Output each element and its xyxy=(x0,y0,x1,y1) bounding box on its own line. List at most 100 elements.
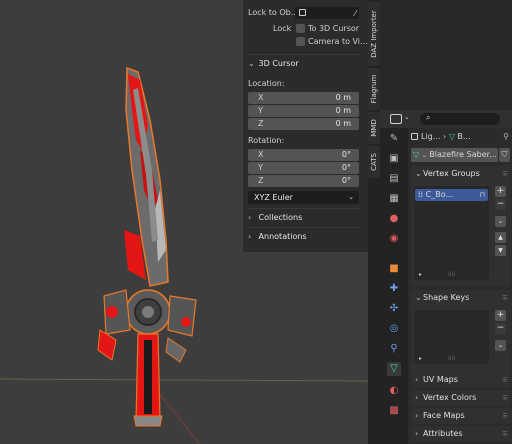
location-y-field[interactable]: Y 0 m xyxy=(248,105,359,117)
chevron-right-icon: › xyxy=(415,375,419,384)
world-tab-icon[interactable]: ◉ xyxy=(387,232,401,246)
attributes-header[interactable]: › Attributes xyxy=(415,426,463,442)
chevron-down-icon: ⌄ xyxy=(348,193,354,201)
rotation-mode-value: XYZ Euler xyxy=(254,193,293,202)
view-layer-tab-icon[interactable]: ▦ xyxy=(387,192,401,206)
move-down-button[interactable]: ▼ xyxy=(495,245,506,256)
remove-vertex-group-button[interactable]: − xyxy=(495,199,506,210)
vertex-group-name: C_Bo... xyxy=(425,190,454,199)
properties-search-input[interactable]: ⌕ xyxy=(420,113,500,125)
list-item[interactable]: ⁞⁞ C_Bo... ⊓ xyxy=(415,189,488,201)
output-tab-icon[interactable]: ▤ xyxy=(387,172,401,186)
sidebar-tabs: DAZ Importer Flagrum MMD CATS xyxy=(368,0,380,444)
vertex-groups-list[interactable]: ⁞⁞ C_Bo... ⊓ ▸ ⁞⁞⁞⁞ xyxy=(414,186,489,280)
drag-handle-icon[interactable]: ⁝⁝⁝⁝ xyxy=(502,290,508,306)
add-vertex-group-button[interactable]: + xyxy=(495,186,506,197)
tool-tab-icon[interactable]: ✎ xyxy=(387,132,401,146)
data-tab-icon[interactable]: ▽ xyxy=(387,362,401,376)
shape-key-specials-button[interactable]: ⌄ xyxy=(495,340,506,351)
object-icon xyxy=(411,133,418,140)
lock-to-object-row: Lock to Ob... ⁄ xyxy=(243,6,368,20)
face-maps-panel[interactable]: › Face Maps ⁝⁝⁝⁝ xyxy=(411,408,511,424)
texture-tab-icon[interactable]: ▩ xyxy=(387,404,401,418)
rotation-z-field[interactable]: Z 0° xyxy=(248,175,359,187)
rotation-x-field[interactable]: X 0° xyxy=(248,149,359,161)
location-x-axis: X xyxy=(258,93,264,102)
drag-handle-icon[interactable]: ⁝⁝⁝⁝ xyxy=(502,408,508,424)
section-divider xyxy=(248,227,360,228)
vertex-colors-panel[interactable]: › Vertex Colors ⁝⁝⁝⁝ xyxy=(411,390,511,406)
location-x-value: 0 m xyxy=(335,93,351,102)
render-tab-icon[interactable]: ▣ xyxy=(387,152,401,166)
rotation-y-field[interactable]: Y 0° xyxy=(248,162,359,174)
tab-mmd-label: MMD xyxy=(370,119,378,137)
list-options-chevron-icon[interactable]: ▸ xyxy=(419,271,422,278)
drag-handle-icon[interactable]: ⁝⁝⁝⁝ xyxy=(502,372,508,388)
add-shape-key-button[interactable]: + xyxy=(495,310,506,321)
attributes-title: Attributes xyxy=(423,429,463,438)
shape-keys-list[interactable]: ▸ ⁞⁞⁞⁞ xyxy=(414,310,489,364)
chevron-right-icon: › xyxy=(248,232,252,241)
list-options-chevron-icon[interactable]: ▸ xyxy=(419,355,422,362)
location-y-value: 0 m xyxy=(335,106,351,115)
chevron-down-icon: ⌄ xyxy=(404,113,410,121)
object-tab-icon[interactable]: ■ xyxy=(387,262,401,276)
tab-cats[interactable]: CATS xyxy=(368,146,380,178)
properties-editor: ⌄ ⌕ ✎ ▣ ▤ ▦ ● ◉ ■ ✚ ✣ ◎ ⚲ ▽ ◐ ▩ Lig... ›… xyxy=(380,110,512,444)
rotation-z-axis: Z xyxy=(258,176,264,185)
mesh-icon: ▽ xyxy=(448,132,455,141)
physics-tab-icon[interactable]: ◎ xyxy=(387,322,401,336)
attributes-panel[interactable]: › Attributes ⁝⁝⁝⁝ xyxy=(411,426,511,442)
camera-to-view-checkbox[interactable] xyxy=(296,37,305,46)
annotations-label: Annotations xyxy=(258,232,307,241)
location-z-field[interactable]: Z 0 m xyxy=(248,118,359,130)
vertex-groups-header[interactable]: ⌄Vertex Groups xyxy=(415,166,480,182)
cursor-section-header[interactable]: ⌄ 3D Cursor xyxy=(248,57,299,71)
tab-flagrum[interactable]: Flagrum xyxy=(368,68,380,110)
section-divider xyxy=(248,208,360,209)
annotations-section-header[interactable]: › Annotations xyxy=(248,230,307,244)
outliner-area xyxy=(380,0,512,110)
move-up-button[interactable]: ▲ xyxy=(495,232,506,243)
tab-daz-importer[interactable]: DAZ Importer xyxy=(368,2,380,66)
chevron-right-icon: › xyxy=(442,132,447,141)
properties-main: Lig... › ▽ B... ⚲ ▽ ⌄ Blazefire Saber...… xyxy=(408,128,512,444)
drag-handle-icon[interactable]: ⁝⁝⁝⁝ xyxy=(502,166,508,182)
rotation-mode-dropdown[interactable]: XYZ Euler ⌄ xyxy=(248,191,359,204)
eyedropper-icon[interactable]: ⁄ xyxy=(355,7,356,21)
drag-handle-icon[interactable]: ⁝⁝⁝⁝ xyxy=(502,426,508,442)
remove-shape-key-button[interactable]: − xyxy=(495,323,506,334)
particles-tab-icon[interactable]: ✣ xyxy=(387,302,401,316)
section-divider xyxy=(248,54,360,55)
fake-user-shield-icon[interactable]: ⛉ xyxy=(499,148,510,162)
chevron-right-icon: › xyxy=(415,393,419,402)
modifier-tab-icon[interactable]: ✚ xyxy=(387,282,401,296)
lock-to-object-field[interactable]: ⁄ xyxy=(295,7,359,19)
editor-type-icon[interactable] xyxy=(390,114,402,124)
vertex-colors-header[interactable]: › Vertex Colors xyxy=(415,390,476,406)
chevron-down-icon: ⌄ xyxy=(248,59,255,68)
tab-mmd[interactable]: MMD xyxy=(368,112,380,144)
to-3d-cursor-checkbox[interactable] xyxy=(296,24,305,33)
sidebar-n-panel: Lock to Ob... ⁄ Lock To 3D Cursor Camera… xyxy=(243,0,368,252)
scene-tab-icon[interactable]: ● xyxy=(387,212,401,226)
vertex-colors-title: Vertex Colors xyxy=(423,393,477,402)
face-maps-header[interactable]: › Face Maps xyxy=(415,408,465,424)
collections-section-header[interactable]: › Collections xyxy=(248,211,302,225)
drag-handle-icon[interactable]: ⁝⁝⁝⁝ xyxy=(502,390,508,406)
rotation-y-value: 0° xyxy=(341,163,351,172)
location-x-field[interactable]: X 0 m xyxy=(248,92,359,104)
material-tab-icon[interactable]: ◐ xyxy=(387,384,401,398)
uv-maps-header[interactable]: › UV Maps xyxy=(415,372,458,388)
list-resize-handle-icon[interactable]: ⁞⁞⁞⁞ xyxy=(448,355,456,362)
tab-flagrum-label: Flagrum xyxy=(370,74,378,104)
list-resize-handle-icon[interactable]: ⁞⁞⁞⁞ xyxy=(448,271,456,278)
lock-icon[interactable]: ⊓ xyxy=(480,189,485,201)
mesh-datablock-selector[interactable]: ▽ ⌄ Blazefire Saber... xyxy=(411,148,498,162)
shape-keys-header[interactable]: ⌄Shape Keys xyxy=(415,290,469,306)
x-axis-line xyxy=(0,378,368,382)
vertex-group-specials-button[interactable]: ⌄ xyxy=(495,216,506,227)
pin-icon[interactable]: ⚲ xyxy=(503,132,509,141)
constraints-tab-icon[interactable]: ⚲ xyxy=(387,342,401,356)
uv-maps-panel[interactable]: › UV Maps ⁝⁝⁝⁝ xyxy=(411,372,511,388)
